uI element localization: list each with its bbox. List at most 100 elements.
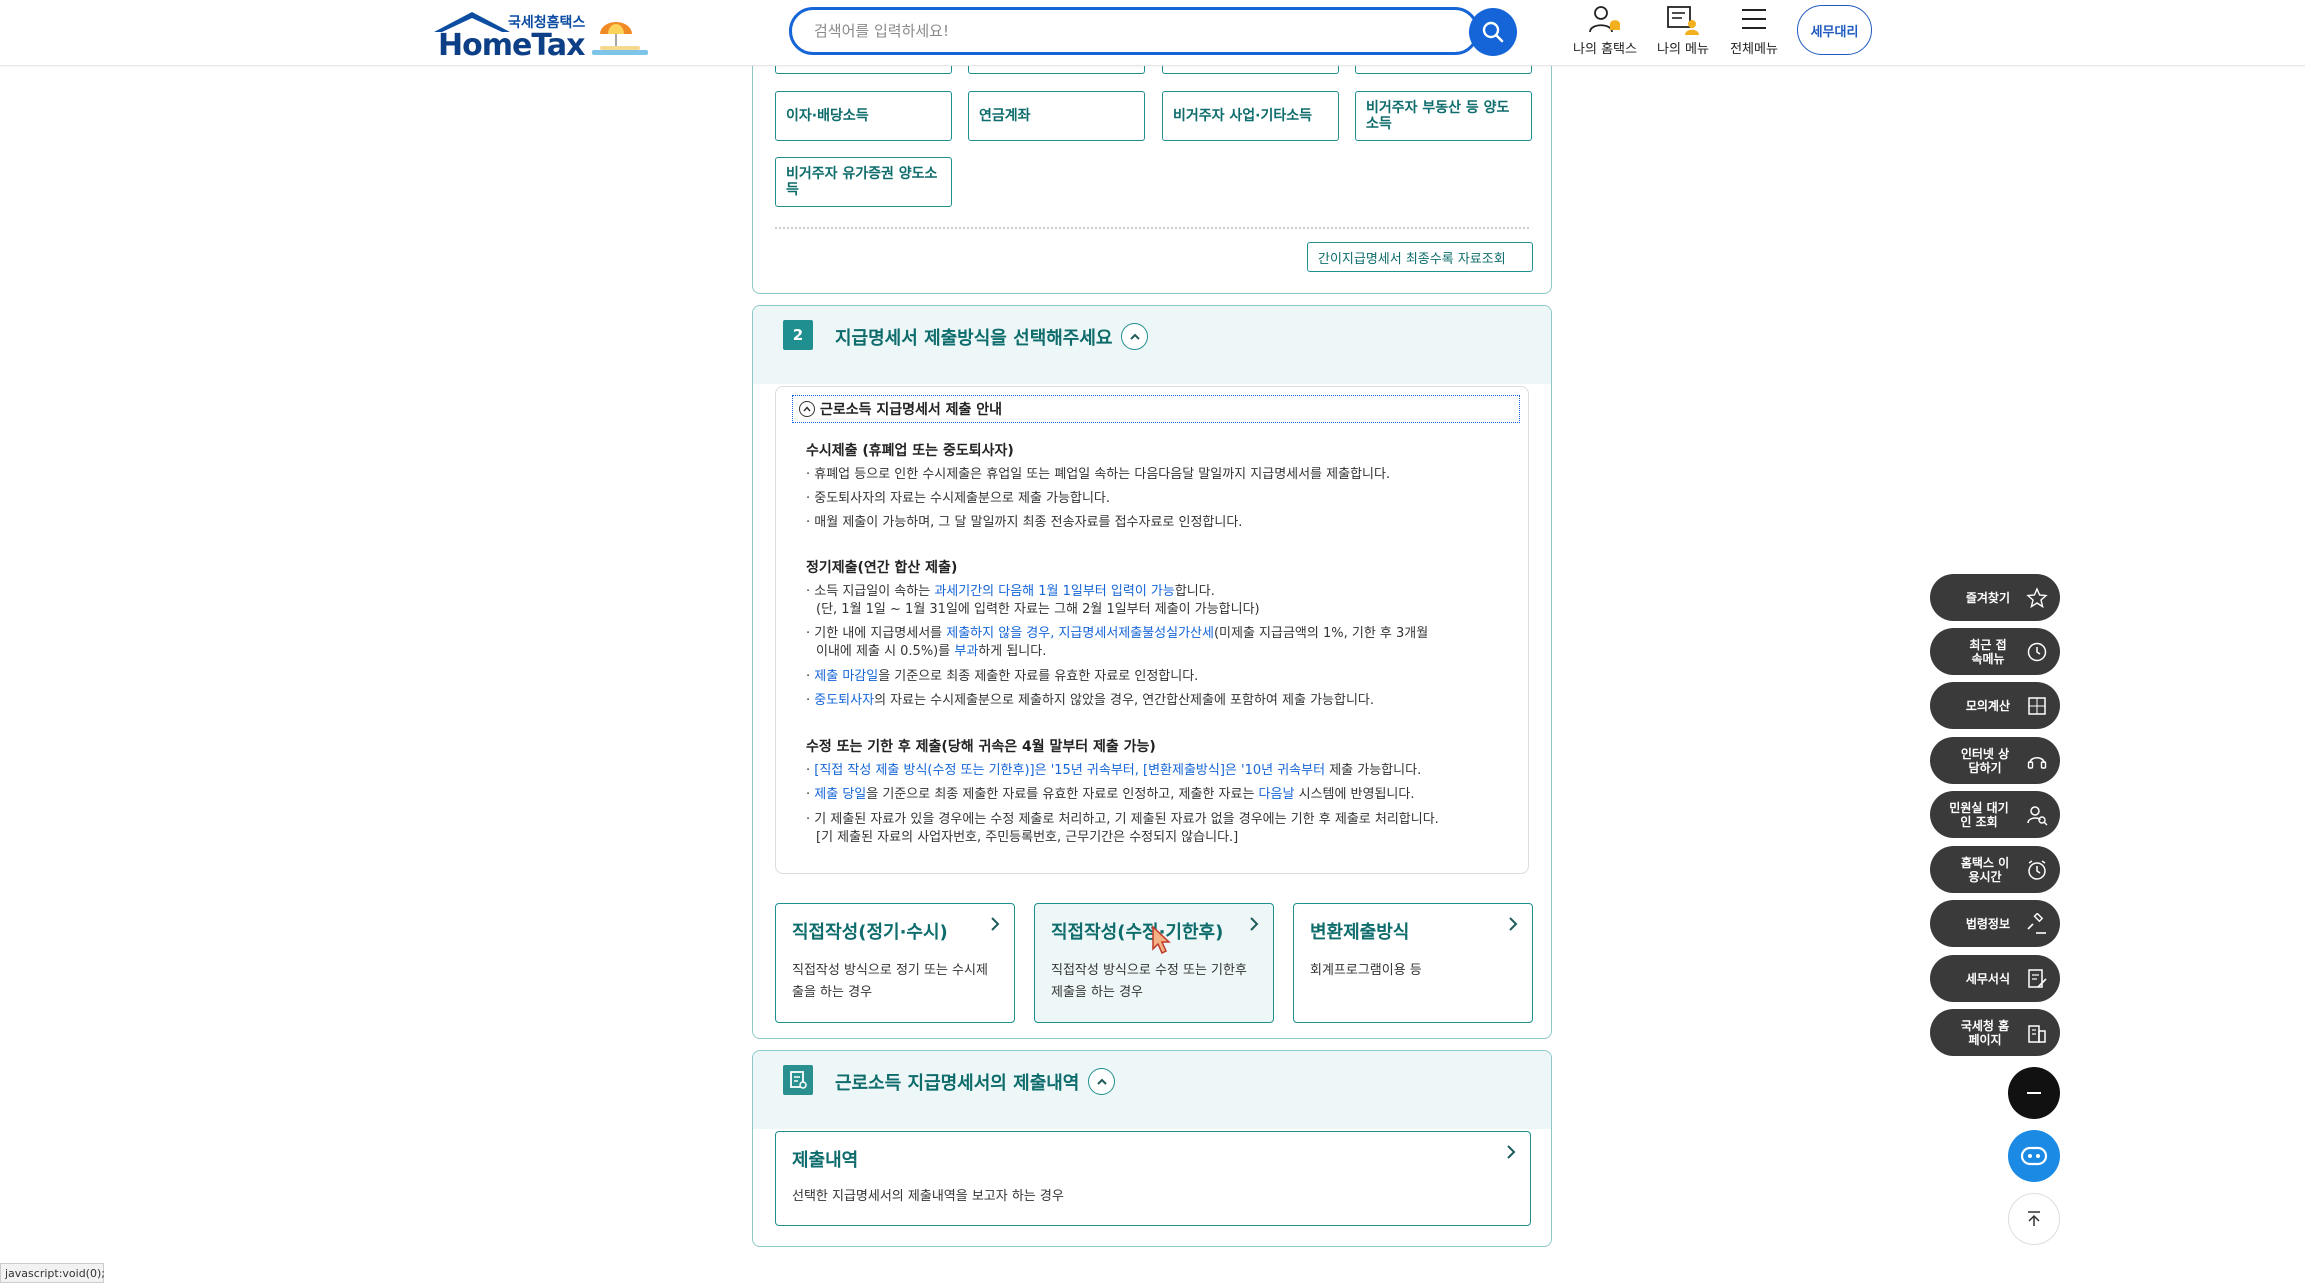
nav-label: 나의 메뉴 bbox=[1657, 42, 1709, 57]
income-type-nonresident-realestate[interactable]: 비거주자 부동산 등 양도소득 bbox=[1355, 91, 1532, 141]
option-direct-amend[interactable]: 직접작성(수정·기한후) 직접작성 방식으로 수정 또는 기한후제출을 하는 경… bbox=[1034, 903, 1274, 1023]
guide-heading: 수정 또는 기한 후 제출(당해 귀속은 4월 말부터 제출 가능) bbox=[806, 739, 1156, 755]
guide-line: · [직접 작성 제출 방식(수정 또는 기한후)]은 '15년 귀속부터, [… bbox=[806, 763, 1422, 778]
submission-guide-box: 근로소득 지급명세서 제출 안내 수시제출 (휴폐업 또는 중도퇴사자) · 휴… bbox=[775, 386, 1529, 874]
option-title: 변환제출방식 bbox=[1310, 922, 1410, 943]
chatbot-icon bbox=[2020, 1146, 2048, 1166]
chevron-up-icon bbox=[1096, 1078, 1107, 1085]
income-type-panel: 이자·배당소득 연금계좌 비거주자 사업·기타소득 비거주자 부동산 등 양도소… bbox=[752, 30, 1552, 294]
history-doc-icon bbox=[783, 1065, 813, 1095]
tax-agent-button[interactable]: 세무대리 bbox=[1797, 5, 1872, 55]
browser-status-bar: javascript:void(0); bbox=[0, 1263, 105, 1283]
gavel-icon bbox=[2027, 913, 2046, 934]
guide-line: · 매월 제출이 가능하며, 그 달 말일까지 최종 전송자료를 접수자료로 인… bbox=[806, 515, 1243, 530]
section-title: 지급명세서 제출방식을 선택해주세요 bbox=[835, 328, 1113, 349]
option-conversion[interactable]: 변환제출방식 회계프로그램이용 등 bbox=[1293, 903, 1533, 1023]
guide-toggle[interactable]: 근로소득 지급명세서 제출 안내 bbox=[792, 395, 1520, 423]
income-type-nonresident-business[interactable]: 비거주자 사업·기타소득 bbox=[1162, 91, 1339, 141]
guide-title: 근로소득 지급명세서 제출 안내 bbox=[820, 402, 1003, 418]
quick-tax-forms[interactable]: 세무서식 bbox=[1930, 955, 2060, 1002]
option-desc: 직접작성 방식으로 정기 또는 수시제출을 하는 경우 bbox=[792, 963, 988, 1000]
scroll-top-button[interactable] bbox=[2008, 1193, 2060, 1245]
hamburger-icon bbox=[1742, 9, 1766, 29]
quick-favorites[interactable]: 즐겨찾기 bbox=[1930, 574, 2060, 621]
chevron-right-icon bbox=[991, 917, 1000, 931]
search-box[interactable] bbox=[789, 7, 1479, 55]
headset-icon bbox=[2027, 756, 2047, 769]
quick-online-consult[interactable]: 인터넷 상담하기 bbox=[1930, 737, 2060, 784]
chevron-up-icon bbox=[1129, 333, 1140, 340]
submission-history-panel: 근로소득 지급명세서의 제출내역 제출내역 선택한 지급명세서의 제출내역을 보… bbox=[752, 1050, 1552, 1247]
income-type-nonresident-securities[interactable]: 비거주자 유가증권 양도소득 bbox=[775, 157, 952, 207]
collapse-toggle-button[interactable] bbox=[1121, 323, 1148, 350]
chevron-right-icon bbox=[1250, 917, 1259, 931]
logo-text: HomeTax bbox=[438, 28, 586, 63]
top-header: 국세청홈택스 HomeTax 나의 홈택스 나의 메뉴 전체메뉴 세무대리 bbox=[0, 0, 2305, 66]
beach-umbrella-icon bbox=[592, 22, 648, 55]
guide-line: · 기 제출된 자료가 있을 경우에는 수정 제출로 처리하고, 기 제출된 자… bbox=[806, 812, 1439, 827]
quick-label: 홈택스 이용시간 bbox=[1960, 855, 2010, 884]
document-edit-icon bbox=[2028, 969, 2047, 988]
submission-history-card[interactable]: 제출내역 선택한 지급명세서의 제출내역을 보고자 하는 경우 bbox=[775, 1131, 1531, 1226]
quick-simulation[interactable]: 모의계산 bbox=[1930, 682, 2060, 729]
quick-label: 법령정보 bbox=[1965, 916, 2010, 931]
quick-label: 세무서식 bbox=[1965, 971, 2010, 986]
my-menu-icon bbox=[1667, 6, 1699, 35]
search-input[interactable] bbox=[812, 18, 1412, 44]
nav-my-menu[interactable]: 나의 메뉴 bbox=[1643, 4, 1723, 62]
guide-line: 이내에 제출 시 0.5%)를 부과하게 됩니다. bbox=[816, 644, 1047, 659]
minus-icon bbox=[2027, 1092, 2041, 1094]
calculator-icon bbox=[2028, 697, 2046, 715]
nav-label: 전체메뉴 bbox=[1730, 42, 1778, 57]
quick-label: 최근 접속메뉴 bbox=[1969, 637, 2007, 666]
quick-label: 인터넷 상담하기 bbox=[1960, 746, 2010, 775]
chatbot-button[interactable] bbox=[2008, 1130, 2060, 1182]
option-direct-regular[interactable]: 직접작성(정기·수시) 직접작성 방식으로 정기 또는 수시제출을 하는 경우 bbox=[775, 903, 1015, 1023]
divider bbox=[775, 227, 1529, 229]
guide-heading: 정기제출(연간 합산 제출) bbox=[806, 560, 958, 576]
option-title: 직접작성(정기·수시) bbox=[792, 922, 948, 943]
quick-service-hours[interactable]: 홈택스 이용시간 bbox=[1930, 846, 2060, 893]
user-bell-icon bbox=[1589, 6, 1620, 33]
mouse-cursor-icon bbox=[1152, 925, 1171, 955]
quick-label: 즐겨찾기 bbox=[1965, 590, 2010, 605]
star-icon bbox=[2026, 587, 2048, 609]
quick-label: 국세청 홈페이지 bbox=[1960, 1018, 2010, 1047]
guide-line: · 제출 마감일을 기준으로 최종 제출한 자료를 유효한 자료로 인정합니다. bbox=[806, 669, 1199, 684]
nav-all-menu[interactable]: 전체메뉴 bbox=[1714, 4, 1794, 62]
alarm-icon bbox=[2028, 860, 2046, 880]
arrow-up-icon bbox=[2028, 1211, 2040, 1226]
quick-nts-homepage[interactable]: 국세청 홈페이지 bbox=[1930, 1009, 2060, 1056]
step-number-badge: 2 bbox=[783, 320, 813, 350]
chevron-right-icon bbox=[1507, 1145, 1516, 1159]
guide-line: · 중도퇴사자의 자료는 수시제출분으로 제출하지 않았을 경우, 연간합산제출… bbox=[806, 693, 1375, 708]
guide-line: · 휴폐업 등으로 인한 수시제출은 휴업일 또는 폐업일 속하는 다음다음달 … bbox=[806, 467, 1391, 482]
search-button[interactable] bbox=[1469, 8, 1517, 56]
chevron-up-circle-icon bbox=[799, 401, 815, 417]
collapse-quick-menu-button[interactable] bbox=[2008, 1067, 2060, 1119]
nav-my-hometax[interactable]: 나의 홈택스 bbox=[1565, 4, 1645, 62]
chevron-right-icon bbox=[1509, 917, 1518, 931]
card-title: 제출내역 bbox=[792, 1150, 859, 1171]
simple-statement-lookup-button[interactable]: 간이지급명세서 최종수록 자료조회 bbox=[1307, 242, 1533, 272]
search-icon bbox=[1482, 21, 1504, 43]
collapse-toggle-button[interactable] bbox=[1088, 1068, 1115, 1095]
guide-line: · 소득 지급일이 속하는 과세기간의 다음해 1월 1일부터 입력이 가능합니… bbox=[806, 584, 1215, 599]
guide-line: (단, 1월 1일 ~ 1월 31일에 입력한 자료는 그해 2월 1일부터 제… bbox=[816, 602, 1260, 617]
hometax-logo[interactable]: 국세청홈택스 HomeTax bbox=[430, 8, 650, 63]
card-desc: 선택한 지급명세서의 제출내역을 보고자 하는 경우 bbox=[792, 1189, 1064, 1204]
guide-line: [기 제출된 자료의 사업자번호, 주민등록번호, 근무기간은 수정되지 않습니… bbox=[816, 830, 1239, 845]
quick-recent-menu[interactable]: 최근 접속메뉴 bbox=[1930, 628, 2060, 675]
option-desc: 직접작성 방식으로 수정 또는 기한후제출을 하는 경우 bbox=[1051, 963, 1247, 1000]
guide-line: · 제출 당일을 기준으로 최종 제출한 자료를 유효한 자료로 인정하고, 제… bbox=[806, 787, 1415, 802]
income-type-pension-account[interactable]: 연금계좌 bbox=[968, 91, 1145, 141]
section-title: 근로소득 지급명세서의 제출내역 bbox=[835, 1073, 1080, 1094]
guide-line: · 중도퇴사자의 자료는 수시제출분으로 제출 가능합니다. bbox=[806, 491, 1111, 506]
quick-waiting-lookup[interactable]: 민원실 대기인 조회 bbox=[1930, 791, 2060, 838]
building-icon bbox=[2028, 1025, 2046, 1043]
nav-label: 나의 홈택스 bbox=[1573, 42, 1637, 57]
income-type-interest-dividend[interactable]: 이자·배당소득 bbox=[775, 91, 952, 141]
guide-heading: 수시제출 (휴폐업 또는 중도퇴사자) bbox=[806, 443, 1014, 459]
guide-line: · 기한 내에 지급명세서를 제출하지 않을 경우, 지급명세서제출불성실가산세… bbox=[806, 626, 1429, 641]
quick-law-info[interactable]: 법령정보 bbox=[1930, 900, 2060, 947]
